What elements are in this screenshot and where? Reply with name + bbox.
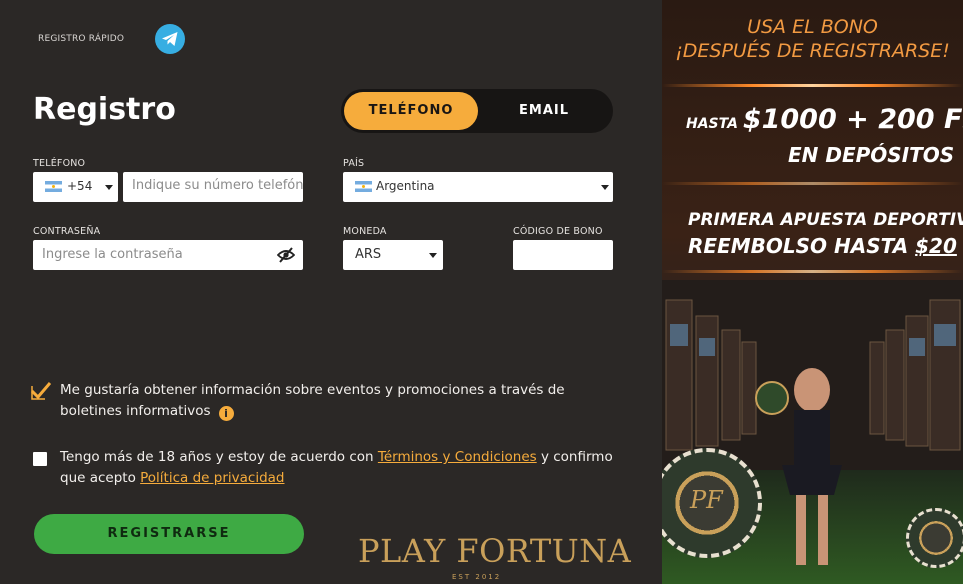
telegram-icon[interactable]: [155, 24, 185, 54]
terms-consent-text: Tengo más de 18 años y estoy de acuerdo …: [60, 447, 620, 489]
offer-fs: 200 FS: [878, 104, 963, 135]
casino-chip-small-image: [906, 508, 963, 568]
glow-divider: [662, 270, 963, 273]
tab-phone[interactable]: TELÉFONO: [344, 92, 478, 130]
glow-divider: [662, 84, 963, 87]
registration-type-toggle: TELÉFONO EMAIL: [341, 89, 613, 133]
sport-amount: $20: [915, 234, 957, 258]
eye-off-icon[interactable]: [276, 247, 296, 267]
terms-checkbox[interactable]: [33, 452, 47, 466]
offer-suffix: EN DEPÓSITOS: [788, 143, 955, 167]
offer-plus: +: [836, 104, 879, 135]
tab-email[interactable]: EMAIL: [478, 92, 610, 130]
country-select[interactable]: Argentina: [343, 172, 613, 202]
password-placeholder: Ingrese la contraseña: [42, 247, 183, 262]
bonus-code-input[interactable]: [513, 240, 613, 270]
password-label: CONTRASEÑA: [33, 226, 101, 237]
promo-banner: USA EL BONO ¡DESPUÉS DE REGISTRARSE! HAS…: [662, 0, 963, 584]
country-code-select[interactable]: +54: [33, 172, 118, 202]
logo-est: EST 2012: [452, 573, 502, 581]
sport-line2: REEMBOLSO HASTA $20: [688, 234, 957, 258]
offer-line: HASTA $1000 + 200 FS: [686, 104, 963, 135]
chip-text: PF: [690, 486, 723, 514]
currency-select[interactable]: ARS: [343, 240, 443, 270]
registration-panel: REGISTRO RÁPIDO Registro TELÉFONO EMAIL …: [0, 0, 662, 584]
newsletter-consent-label: Me gustaría obtener información sobre ev…: [60, 382, 565, 419]
newsletter-consent-text: Me gustaría obtener información sobre ev…: [60, 380, 580, 422]
country-value: Argentina: [376, 179, 435, 193]
newsletter-checkbox[interactable]: [30, 382, 52, 400]
phone-label: TELÉFONO: [33, 158, 86, 169]
playfortuna-logo: PLAY FORTUNA: [358, 532, 632, 570]
phone-placeholder: Indique su número telefónico: [132, 178, 303, 193]
chevron-down-icon: [429, 253, 437, 258]
argentina-flag-icon: [355, 181, 372, 192]
offer-amount: $1000: [742, 104, 837, 135]
country-label: PAÍS: [343, 158, 365, 169]
chevron-down-icon: [105, 185, 113, 190]
register-button[interactable]: REGISTRARSE: [34, 514, 304, 554]
quick-register-label: REGISTRO RÁPIDO: [38, 34, 125, 44]
currency-label: MONEDA: [343, 226, 387, 237]
sport-line2-text: REEMBOLSO HASTA: [688, 234, 916, 258]
page-title: Registro: [33, 92, 176, 127]
chevron-down-icon: [601, 185, 609, 190]
offer-prefix: HASTA: [686, 116, 743, 132]
info-icon[interactable]: i: [218, 406, 234, 421]
checkmark-icon: [30, 382, 52, 400]
terms-text-before: Tengo más de 18 años y estoy de acuerdo …: [60, 449, 378, 465]
password-input[interactable]: Ingrese la contraseña: [33, 240, 303, 270]
country-code-value: +54: [67, 179, 93, 193]
argentina-flag-icon: [45, 181, 62, 192]
phone-input[interactable]: Indique su número telefónico: [123, 172, 303, 202]
sport-line1: PRIMERA APUESTA DEPORTIVA: [688, 210, 963, 230]
currency-value: ARS: [355, 247, 382, 262]
bonus-code-label: CÓDIGO DE BONO: [513, 226, 603, 237]
glow-divider: [662, 182, 963, 185]
terms-link[interactable]: Términos y Condiciones: [378, 449, 537, 465]
privacy-link[interactable]: Política de privacidad: [140, 470, 284, 486]
promo-line2: ¡DESPUÉS DE REGISTRARSE!: [675, 40, 950, 62]
promo-line1: USA EL BONO: [747, 16, 878, 38]
